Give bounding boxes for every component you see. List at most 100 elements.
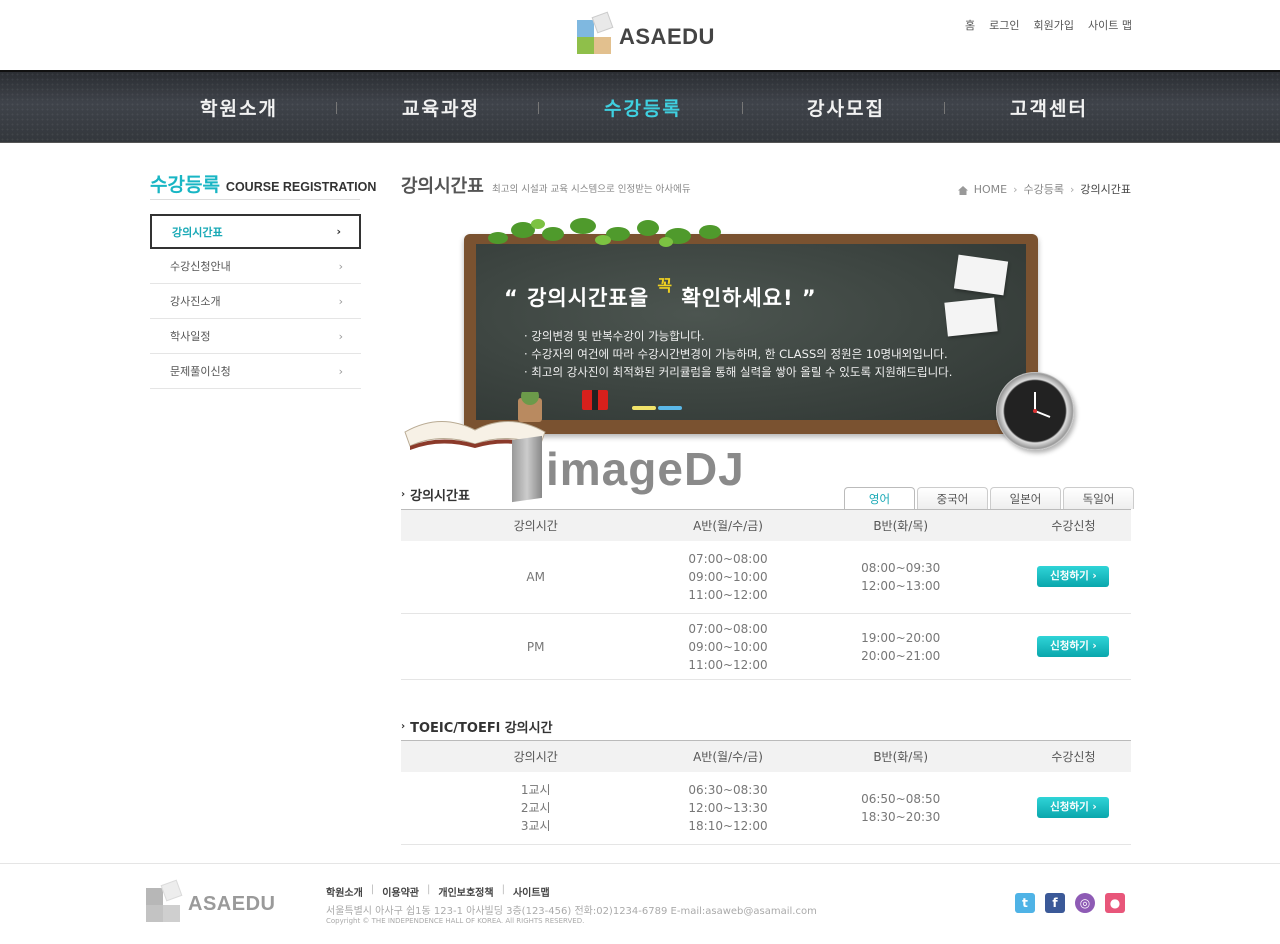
time-slot: 19:00~20:00: [861, 630, 941, 645]
breadcrumb-section[interactable]: 수강등록: [1024, 181, 1064, 197]
site-logo[interactable]: ASAEDU: [577, 11, 715, 54]
chevron-right-icon: ›: [338, 364, 343, 378]
blog-icon[interactable]: ●: [1105, 893, 1125, 913]
sidebar-item-label: 수강신청안내: [170, 260, 231, 273]
time-slot: 11:00~12:00: [688, 587, 768, 602]
watermark-text: imageDJ: [546, 443, 745, 495]
apply-button[interactable]: 신청하기 ›: [1037, 636, 1110, 657]
nav-item-recruit[interactable]: 강사모집: [807, 94, 885, 121]
tab-german[interactable]: 독일어: [1063, 487, 1134, 509]
sidebar-item-timetable[interactable]: 강의시간표 ›: [150, 214, 361, 249]
sidebar-item-label: 강의시간표: [172, 225, 223, 239]
util-link-signup[interactable]: 회원가입: [1020, 17, 1074, 33]
footer-link-divider: |: [427, 884, 431, 895]
utility-links: 홈 로그인 회원가입 사이트 맵: [951, 17, 1132, 33]
apply-button[interactable]: 신청하기 ›: [1037, 797, 1110, 819]
chevron-right-icon: ›: [401, 721, 406, 732]
util-link-home[interactable]: 홈: [951, 17, 975, 33]
sidebar-item-label: 강사진소개: [170, 295, 221, 308]
time-slot: 12:00~13:00: [861, 578, 941, 593]
nav-divider: [538, 102, 539, 114]
breadcrumb-home[interactable]: HOME: [974, 183, 1007, 196]
section-title-text: 강의시간표: [410, 489, 470, 504]
sidebar-item-instructors[interactable]: 강사진소개 ›: [150, 284, 361, 319]
time-slot: 07:00~08:00: [688, 551, 768, 566]
tab-chinese[interactable]: 중국어: [917, 487, 988, 509]
timetable-section-title: › 강의시간표: [401, 485, 470, 504]
timetable-table: 강의시간 A반(월/수/금) B반(화/목) 수강신청 AM 07:00~08:…: [401, 509, 1131, 680]
footer-link-about[interactable]: 학원소개: [326, 884, 363, 899]
chevron-right-icon: ›: [401, 489, 406, 500]
sidebar-item-calendar[interactable]: 학사일정 ›: [150, 319, 361, 354]
sidebar-item-guide[interactable]: 수강신청안내 ›: [150, 249, 361, 284]
footer-link-privacy[interactable]: 개인보호정책: [438, 884, 493, 899]
time-slot: 06:50~08:50: [861, 791, 941, 806]
nav-item-registration[interactable]: 수강등록: [604, 94, 682, 121]
banner-headline: “ 강의시간표을 꼭 확인하세요! ”: [504, 276, 817, 312]
facebook-icon[interactable]: f: [1045, 893, 1065, 913]
period-label: 3교시: [520, 818, 551, 833]
footer-link-terms[interactable]: 이용약관: [382, 884, 419, 899]
banner-note-line: · 수강자의 여건에 따라 수강시간변경이 가능하며, 한 CLASS의 정원은…: [524, 347, 948, 361]
column-header: 수강신청: [1015, 740, 1131, 772]
apply-button[interactable]: 신청하기 ›: [1037, 566, 1110, 588]
nav-item-support[interactable]: 고객센터: [1010, 94, 1088, 121]
nav-divider: [944, 102, 945, 114]
sidebar-title-en: COURSE REGISTRATION: [225, 180, 377, 194]
sidebar-divider: [150, 199, 360, 200]
period-cell: PM: [401, 613, 671, 680]
breadcrumb: HOME › 수강등록 › 강의시간표: [957, 181, 1131, 197]
banner-note-line: · 강의변경 및 반복수강이 가능합니다.: [524, 329, 705, 343]
footer-logo[interactable]: ASAEDU: [146, 879, 276, 922]
chevron-right-icon: ›: [1013, 182, 1018, 196]
footer-copyright: Copyright © THE INDEPENDENCE HALL OF KOR…: [326, 917, 585, 925]
footer-address: 서울특별시 아사구 쉽1동 123-1 아사빌딩 3층(123-456) 전화:…: [326, 906, 817, 917]
sidebar-item-label: 학사일정: [170, 330, 211, 343]
nav-divider: [336, 102, 337, 114]
sidebar-item-problem-solving[interactable]: 문제풀이신청 ›: [150, 354, 361, 389]
footer-logo-text: ASAEDU: [188, 892, 276, 915]
apply-cell: 신청하기 ›: [1015, 540, 1131, 614]
footer-divider: [0, 863, 1280, 864]
footer-link-divider: |: [501, 884, 505, 895]
nav-item-courses[interactable]: 교육과정: [402, 94, 480, 121]
class-b-cell: 06:50~08:50 18:30~20:30: [785, 771, 1016, 845]
column-header: B반(화/목): [785, 740, 1016, 772]
social-links: t f ◎ ●: [1015, 893, 1125, 913]
time-slot: 08:00~09:30: [861, 560, 941, 575]
time-slot: 20:00~21:00: [861, 648, 941, 663]
wall-clock-decoration: [996, 372, 1074, 450]
class-a-cell: 06:30~08:30 12:00~13:30 18:10~12:00: [670, 771, 786, 845]
twitter-icon[interactable]: t: [1015, 893, 1035, 913]
util-link-login[interactable]: 로그인: [975, 17, 1019, 33]
time-slot: 09:00~10:00: [688, 569, 768, 584]
language-tabs: 영어 중국어 일본어 독일어: [844, 487, 1134, 509]
sidebar-item-label: 문제풀이신청: [170, 365, 231, 378]
column-header: A반(월/수/금): [670, 740, 786, 772]
tab-english[interactable]: 영어: [844, 487, 915, 509]
class-a-cell: 07:00~08:00 09:00~10:00 11:00~12:00: [670, 613, 786, 680]
footer-links: 학원소개 | 이용약관 | 개인보호정책 | 사이트맵: [326, 884, 550, 899]
time-slot: 07:00~08:00: [688, 621, 768, 636]
chevron-right-icon: ›: [1069, 182, 1075, 196]
tab-japanese[interactable]: 일본어: [990, 487, 1061, 509]
chevron-right-icon: ›: [338, 294, 343, 308]
podcast-icon[interactable]: ◎: [1075, 893, 1095, 913]
apply-cell: 신청하기 ›: [1015, 771, 1131, 845]
toeic-table: 강의시간 A반(월/수/금) B반(화/목) 수강신청 1교시 2교시 3교시 …: [401, 740, 1131, 845]
chevron-right-icon: ›: [338, 259, 343, 273]
breadcrumb-current: 강의시간표: [1080, 183, 1131, 196]
imagedj-watermark: imageDJ: [512, 435, 745, 503]
nav-item-about[interactable]: 학원소개: [200, 94, 278, 121]
column-header: B반(화/목): [785, 509, 1016, 541]
apply-cell: 신청하기 ›: [1015, 613, 1131, 680]
banner-headline-open: “ 강의시간표을: [504, 286, 650, 310]
column-header: A반(월/수/금): [670, 509, 786, 541]
banner-headline-close: 확인하세요! ”: [681, 286, 817, 310]
period-cell: AM: [401, 540, 671, 614]
table-row: AM 07:00~08:00 09:00~10:00 11:00~12:00 0…: [401, 540, 1131, 614]
memo-note-decoration: [953, 254, 1009, 296]
footer-link-sitemap[interactable]: 사이트맵: [513, 884, 550, 899]
util-link-sitemap[interactable]: 사이트 맵: [1074, 17, 1132, 33]
sidebar-title-kr: 수강등록: [150, 174, 220, 196]
